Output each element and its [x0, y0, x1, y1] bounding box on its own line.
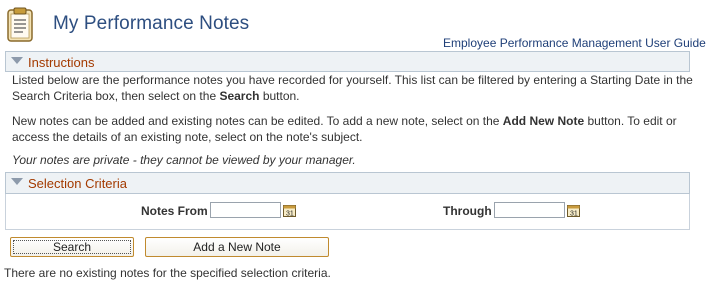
add-new-note-button[interactable]: Add a New Note [145, 237, 329, 257]
search-button[interactable]: Search [10, 237, 134, 257]
instructions-header[interactable]: Instructions [5, 51, 690, 72]
collapse-triangle-icon[interactable] [11, 178, 23, 185]
collapse-triangle-icon[interactable] [11, 57, 23, 64]
instructions-paragraph-1: Listed below are the performance notes y… [12, 73, 693, 103]
status-message: There are no existing notes for the spec… [4, 266, 331, 280]
privacy-note: Your notes are private - they cannot be … [12, 153, 356, 167]
search-keyword: Search [219, 89, 260, 103]
instructions-paragraph-2: New notes can be added and existing note… [12, 114, 677, 144]
selection-criteria-heading: Selection Criteria [28, 176, 127, 191]
user-guide-link[interactable]: Employee Performance Management User Gui… [443, 36, 706, 50]
notes-from-date-input[interactable] [210, 202, 281, 218]
selection-criteria-header[interactable]: Selection Criteria [5, 172, 690, 194]
through-label: Through [443, 204, 492, 218]
calendar-icon[interactable]: 31 [567, 204, 580, 218]
add-new-note-keyword: Add New Note [502, 114, 585, 128]
svg-text:31: 31 [570, 211, 578, 218]
instructions-heading: Instructions [28, 55, 95, 70]
notepad-icon [5, 7, 37, 43]
selection-criteria-panel [5, 194, 690, 230]
svg-text:31: 31 [286, 211, 294, 218]
notes-from-label: Notes From [141, 204, 208, 218]
page-title: My Performance Notes [53, 13, 250, 34]
calendar-icon[interactable]: 31 [283, 204, 296, 218]
through-date-input[interactable] [494, 202, 565, 218]
